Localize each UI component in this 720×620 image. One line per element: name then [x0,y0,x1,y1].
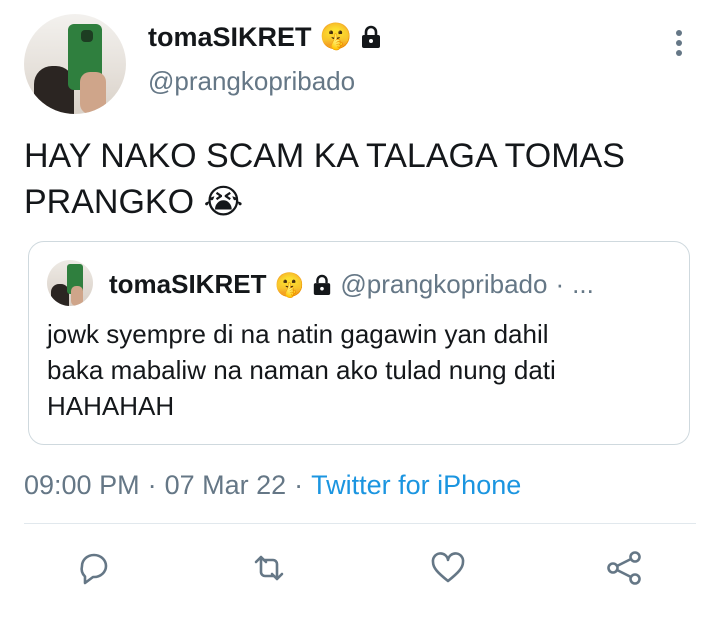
retweet-button[interactable] [249,548,289,588]
quoted-text-line3: HAHAHAH [47,391,175,421]
quoted-shushing-face-emoji: 🤫 [274,270,305,299]
quoted-text: jowk syempre di na natin gagawin yan dah… [47,316,667,424]
avatar-hand [80,72,106,114]
quoted-lock-icon [314,274,331,295]
divider [24,523,696,524]
tweet-text-line2: PRANGKO [24,183,195,221]
tweet-time[interactable]: 09:00 PM [24,470,140,501]
reply-button[interactable] [74,548,114,588]
tweet-meta: 09:00 PM · 07 Mar 22 · Twitter for iPhon… [24,470,521,501]
tweet-text: HAY NAKO SCAM KA TALAGA TOMAS PRANGKO 😭 [24,133,684,225]
quoted-display-name: tomaSIKRET [109,269,267,299]
retweet-icon [254,555,284,581]
meta-separator-2: · [294,470,304,500]
quoted-text-line2: baka mabaliw na naman ako tulad nung dat… [47,355,556,385]
quoted-handle: @prangkopribado [340,269,548,299]
share-icon [607,551,641,585]
shushing-face-emoji: 🤫 [319,22,352,52]
share-button[interactable] [604,548,644,588]
reply-icon [80,553,108,585]
author-handle[interactable]: @prangkopribado [148,66,355,97]
quoted-text-line1: jowk syempre di na natin gagawin yan dah… [47,319,549,349]
like-icon [431,552,465,583]
lock-icon [361,25,380,48]
like-button[interactable] [428,548,468,588]
author-display-name[interactable]: tomaSIKRET [148,22,312,53]
quoted-ellipsis: ... [572,269,594,299]
quoted-separator: · [555,269,565,299]
quoted-header: tomaSIKRET 🤫 @prangkopribado · ... [109,269,594,300]
q-avatar-hand [71,286,83,306]
quoted-author-avatar [47,260,93,306]
quoted-tweet-card[interactable]: tomaSIKRET 🤫 @prangkopribado · ... jowk … [28,241,690,445]
tweet-date[interactable]: 07 Mar 22 [165,470,287,501]
author-avatar[interactable] [24,14,126,114]
meta-separator-1: · [147,470,157,500]
author-name-row[interactable]: tomaSIKRET 🤫 [148,19,382,55]
tweet-text-line1: HAY NAKO SCAM KA TALAGA TOMAS [24,137,625,175]
tweet-source-link[interactable]: Twitter for iPhone [311,470,521,501]
action-bar [0,548,720,598]
tweet-text-line2-wrap: PRANGKO 😭 [24,179,684,225]
avatar-camera [81,30,93,42]
crying-face-emoji: 😭 [203,182,244,222]
more-options-icon[interactable] [670,30,688,60]
